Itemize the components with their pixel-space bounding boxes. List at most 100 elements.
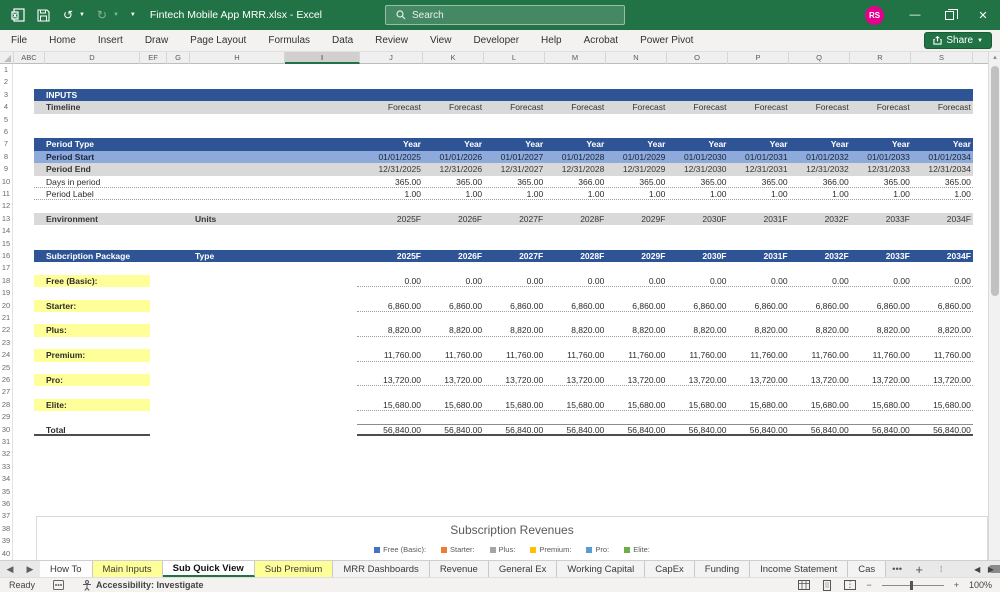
value-cell[interactable]: 15,680.00 xyxy=(425,399,486,411)
value-cell[interactable]: 1.00 xyxy=(792,188,853,200)
value-cell[interactable]: 0.00 xyxy=(792,275,853,287)
ribbon-tab-acrobat[interactable]: Acrobat xyxy=(573,30,629,52)
row-header-2[interactable]: 2 xyxy=(0,76,13,88)
value-cell[interactable]: 1.00 xyxy=(608,188,669,200)
value-cell[interactable]: Year xyxy=(486,138,547,150)
row-header-3[interactable]: 3 xyxy=(0,89,13,101)
value-cell[interactable]: 6,860.00 xyxy=(853,300,914,312)
row-header-28[interactable]: 28 xyxy=(0,399,13,411)
row-header-39[interactable]: 39 xyxy=(0,535,13,547)
value-cell[interactable]: 365.00 xyxy=(670,176,731,188)
value-cell[interactable]: 0.00 xyxy=(364,275,425,287)
value-cell[interactable]: 56,840.00 xyxy=(670,424,731,436)
value-cell[interactable]: 01/01/2027 xyxy=(486,151,547,163)
value-cell[interactable]: 01/01/2026 xyxy=(425,151,486,163)
value-cell[interactable]: Forecast xyxy=(425,101,486,113)
value-cell[interactable]: 11,760.00 xyxy=(425,349,486,361)
value-cell[interactable]: 56,840.00 xyxy=(731,424,792,436)
value-cell[interactable]: 0.00 xyxy=(914,275,975,287)
value-cell[interactable]: 6,860.00 xyxy=(425,300,486,312)
undo-button[interactable]: ↺ xyxy=(60,7,76,23)
tab-splitter-handle[interactable]: ⁞ xyxy=(930,561,952,577)
share-button[interactable]: Share ▼ xyxy=(924,32,992,49)
more-sheets-button[interactable]: ••• xyxy=(886,561,908,577)
scroll-right-arrow-icon[interactable]: ▶ xyxy=(984,561,998,578)
value-cell[interactable]: 0.00 xyxy=(731,275,792,287)
row-header-8[interactable]: 8 xyxy=(0,151,13,163)
value-cell[interactable]: 01/01/2028 xyxy=(547,151,608,163)
close-button[interactable]: ✕ xyxy=(966,0,1000,30)
value-cell[interactable]: 6,860.00 xyxy=(731,300,792,312)
value-cell[interactable]: 6,860.00 xyxy=(547,300,608,312)
sheet-nav-right-arrow[interactable]: ▶ xyxy=(20,561,40,577)
value-cell[interactable]: 11,760.00 xyxy=(914,349,975,361)
value-cell[interactable]: 15,680.00 xyxy=(853,399,914,411)
value-cell[interactable]: 15,680.00 xyxy=(792,399,853,411)
column-header-R[interactable]: R xyxy=(850,52,911,64)
value-cell[interactable]: 6,860.00 xyxy=(914,300,975,312)
undo-dropdown-caret[interactable]: ▼ xyxy=(79,12,85,18)
value-cell[interactable]: Year xyxy=(792,138,853,150)
value-cell[interactable]: Forecast xyxy=(670,101,731,113)
value-cell[interactable]: 2032F xyxy=(792,250,853,262)
row-header-40[interactable]: 40 xyxy=(0,548,13,560)
value-cell[interactable]: 13,720.00 xyxy=(425,374,486,386)
value-cell[interactable]: 365.00 xyxy=(731,176,792,188)
ribbon-tab-insert[interactable]: Insert xyxy=(87,30,134,52)
value-cell[interactable]: 56,840.00 xyxy=(547,424,608,436)
row-label-cell[interactable]: Pro: xyxy=(46,374,206,386)
value-cell[interactable]: Forecast xyxy=(364,101,425,113)
row-header-18[interactable]: 18 xyxy=(0,275,13,287)
value-cell[interactable]: 56,840.00 xyxy=(486,424,547,436)
zoom-in-button[interactable]: + xyxy=(954,580,959,590)
value-cell[interactable]: 365.00 xyxy=(425,176,486,188)
value-cell[interactable]: Forecast xyxy=(914,101,975,113)
zoom-out-button[interactable]: − xyxy=(866,580,871,590)
sheet-tab-working-capital[interactable]: Working Capital xyxy=(557,561,645,577)
row-header-1[interactable]: 1 xyxy=(0,64,13,76)
column-header-H[interactable]: H xyxy=(190,52,285,64)
row-header-38[interactable]: 38 xyxy=(0,523,13,535)
value-cell[interactable]: 01/01/2025 xyxy=(364,151,425,163)
column-header-G[interactable]: G xyxy=(167,52,190,64)
sheet-tab-main-inputs[interactable]: Main Inputs xyxy=(93,561,163,577)
zoom-level[interactable]: 100% xyxy=(969,580,992,590)
sheet-tab-income-statement[interactable]: Income Statement xyxy=(750,561,848,577)
value-cell[interactable]: 365.00 xyxy=(914,176,975,188)
row-header-29[interactable]: 29 xyxy=(0,411,13,423)
value-cell[interactable]: 366.00 xyxy=(792,176,853,188)
value-cell[interactable]: 13,720.00 xyxy=(731,374,792,386)
redo-dropdown-caret[interactable]: ▼ xyxy=(113,12,119,18)
value-cell[interactable]: 13,720.00 xyxy=(914,374,975,386)
sheet-tab-cas[interactable]: Cas xyxy=(848,561,886,577)
search-box[interactable]: Search xyxy=(385,5,625,25)
redo-button[interactable]: ↻ xyxy=(94,7,110,23)
value-cell[interactable]: 13,720.00 xyxy=(670,374,731,386)
value-cell[interactable]: Year xyxy=(364,138,425,150)
value-cell[interactable]: 0.00 xyxy=(547,275,608,287)
value-cell[interactable]: 11,760.00 xyxy=(792,349,853,361)
row-header-16[interactable]: 16 xyxy=(0,250,13,262)
value-cell[interactable]: 2034F xyxy=(914,250,975,262)
ribbon-tab-view[interactable]: View xyxy=(419,30,463,52)
value-cell[interactable]: 13,720.00 xyxy=(608,374,669,386)
value-cell[interactable]: 15,680.00 xyxy=(914,399,975,411)
ribbon-tab-draw[interactable]: Draw xyxy=(134,30,179,52)
value-cell[interactable]: 8,820.00 xyxy=(364,324,425,336)
value-cell[interactable]: 0.00 xyxy=(425,275,486,287)
row-label-cell[interactable]: Subcription Package xyxy=(46,250,206,262)
value-cell[interactable]: 12/31/2032 xyxy=(792,163,853,175)
value-cell[interactable]: 1.00 xyxy=(364,188,425,200)
value-cell[interactable]: Year xyxy=(853,138,914,150)
row-header-9[interactable]: 9 xyxy=(0,163,13,175)
row-header-33[interactable]: 33 xyxy=(0,461,13,473)
value-cell[interactable]: 56,840.00 xyxy=(853,424,914,436)
value-cell[interactable]: 6,860.00 xyxy=(486,300,547,312)
value-cell[interactable]: 12/31/2030 xyxy=(670,163,731,175)
value-cell[interactable]: 15,680.00 xyxy=(547,399,608,411)
value-cell[interactable]: 13,720.00 xyxy=(853,374,914,386)
vertical-scroll-thumb[interactable] xyxy=(991,66,999,296)
value-cell[interactable]: 8,820.00 xyxy=(914,324,975,336)
zoom-slider[interactable] xyxy=(882,585,944,586)
value-cell[interactable]: 2028F xyxy=(547,213,608,225)
